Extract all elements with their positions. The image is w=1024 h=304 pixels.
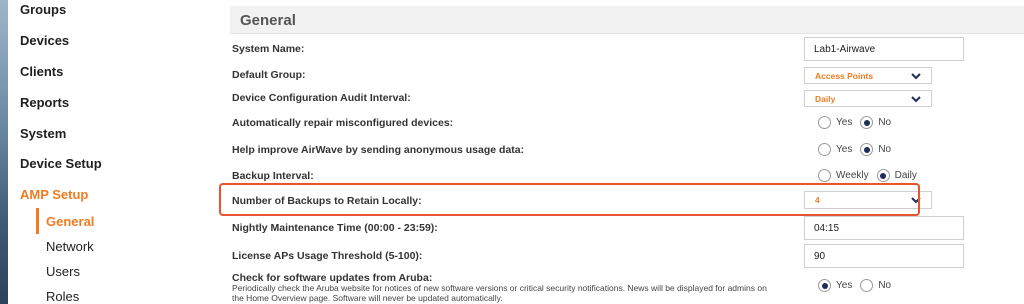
sidebar-item-clients[interactable]: Clients	[20, 64, 63, 79]
setting-row-system-name: System Name: Lab1-Airwave	[230, 37, 1024, 62]
section-header: General	[230, 6, 1024, 34]
chevron-down-icon	[911, 73, 921, 80]
sidebar-item-device-setup[interactable]: Device Setup	[20, 156, 102, 171]
backup-interval-weekly-radio[interactable]	[818, 169, 831, 182]
default-group-select[interactable]: Access Points	[804, 67, 932, 84]
backup-interval-radio-group: Weekly Daily	[818, 169, 925, 182]
sidebar-subitem-network[interactable]: Network	[46, 239, 94, 254]
sidebar-item-devices[interactable]: Devices	[20, 33, 69, 48]
sidebar-subitem-general[interactable]: General	[46, 214, 94, 229]
setting-row-default-group: Default Group: Access Points	[230, 63, 1024, 88]
software-updates-no-label[interactable]: No	[878, 280, 891, 291]
backup-interval-daily-radio[interactable]	[876, 169, 890, 182]
maintenance-time-input[interactable]: 04:15	[804, 216, 964, 240]
audit-interval-select[interactable]: Daily	[804, 90, 932, 107]
usage-data-label: Help improve AirWave by sending anonymou…	[232, 144, 525, 156]
software-updates-yes-radio[interactable]	[818, 279, 831, 292]
usage-data-yes-label[interactable]: Yes	[836, 144, 852, 155]
sidebar-background-art	[0, 0, 8, 304]
sidebar-item-reports[interactable]: Reports	[20, 95, 69, 110]
license-threshold-label: License APs Usage Threshold (5-100):	[232, 250, 423, 262]
sidebar-item-groups[interactable]: Groups	[20, 2, 66, 17]
setting-row-auto-repair: Automatically repair misconfigured devic…	[230, 111, 1024, 136]
auto-repair-radio-group: Yes No	[818, 116, 899, 129]
auto-repair-yes-radio[interactable]	[818, 116, 831, 129]
audit-interval-value: Daily	[815, 94, 836, 104]
usage-data-yes-radio[interactable]	[818, 143, 831, 156]
license-threshold-input[interactable]: 90	[804, 244, 964, 268]
setting-row-software-updates: Check for software updates from Aruba: P…	[230, 266, 1024, 304]
system-name-input[interactable]: Lab1-Airwave	[804, 37, 964, 61]
sidebar-item-system[interactable]: System	[20, 126, 66, 141]
section-title: General	[240, 12, 296, 29]
system-name-label: System Name:	[232, 43, 305, 55]
software-updates-description: Periodically check the Aruba website for…	[232, 283, 767, 303]
auto-repair-no-label[interactable]: No	[878, 117, 891, 128]
auto-repair-no-radio[interactable]	[860, 116, 874, 129]
auto-repair-yes-label[interactable]: Yes	[836, 117, 852, 128]
setting-row-usage-data: Help improve AirWave by sending anonymou…	[230, 138, 1024, 163]
sidebar-subitem-users[interactable]: Users	[46, 264, 80, 279]
chevron-down-icon	[911, 96, 921, 103]
highlight-box	[219, 183, 920, 216]
maintenance-time-label: Nightly Maintenance Time (00:00 - 23:59)…	[232, 222, 438, 234]
software-updates-no-radio[interactable]	[860, 279, 874, 292]
usage-data-radio-group: Yes No	[818, 143, 899, 156]
sidebar-subitem-roles[interactable]: Roles	[46, 289, 79, 304]
main-panel: General System Name: Lab1-Airwave Defaul…	[214, 0, 1024, 304]
software-updates-yes-label[interactable]: Yes	[836, 280, 852, 291]
sidebar-item-amp-setup[interactable]: AMP Setup	[20, 187, 88, 202]
sidebar: Groups Devices Clients Reports System De…	[0, 0, 214, 304]
usage-data-no-label[interactable]: No	[878, 144, 891, 155]
default-group-label: Default Group:	[232, 69, 306, 81]
default-group-value: Access Points	[815, 71, 874, 81]
audit-interval-label: Device Configuration Audit Interval:	[232, 92, 411, 104]
auto-repair-label: Automatically repair misconfigured devic…	[232, 117, 454, 129]
setting-row-audit-interval: Device Configuration Audit Interval: Dai…	[230, 86, 1024, 111]
software-updates-radio-group: Yes No	[818, 279, 899, 292]
active-indicator	[36, 208, 39, 234]
backup-interval-daily-label[interactable]: Daily	[895, 170, 917, 181]
usage-data-no-radio[interactable]	[860, 143, 874, 156]
backup-interval-weekly-label[interactable]: Weekly	[836, 170, 869, 181]
backup-interval-label: Backup Interval:	[232, 170, 314, 182]
setting-row-maintenance-time: Nightly Maintenance Time (00:00 - 23:59)…	[230, 216, 1024, 241]
